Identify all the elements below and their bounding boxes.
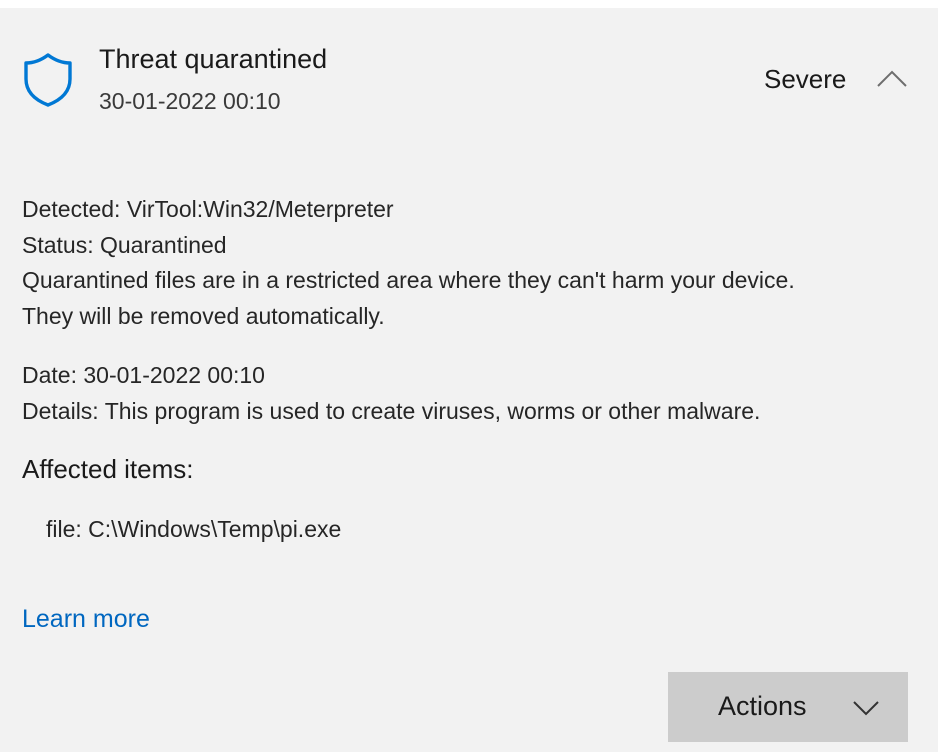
threat-details: Detected: VirTool:Win32/Meterpreter Stat…: [22, 192, 922, 429]
chevron-up-icon[interactable]: [872, 64, 912, 92]
status-description-line2: They will be removed automatically.: [22, 302, 385, 329]
details-value: This program is used to create viruses, …: [104, 397, 761, 424]
threat-header[interactable]: Threat quarantined 30-01-2022 00:10 Seve…: [0, 8, 938, 138]
detected-value: VirTool:Win32/Meterpreter: [126, 196, 394, 222]
affected-item: file: C:\Windows\Temp\pi.exe: [46, 516, 342, 542]
threat-timestamp: 30-01-2022 00:10: [99, 88, 281, 114]
actions-label: Actions: [718, 691, 807, 721]
threat-title: Threat quarantined: [99, 44, 328, 74]
detected-row: Detected: VirTool:Win32/Meterpreter: [22, 192, 922, 228]
date-value: 30-01-2022 00:10: [83, 362, 265, 388]
details-row: Details: This program is used to create …: [22, 394, 922, 430]
shield-icon: [22, 52, 74, 108]
threat-card: Threat quarantined 30-01-2022 00:10 Seve…: [0, 8, 938, 752]
date-label: Date:: [22, 362, 77, 388]
affected-items-heading: Affected items:: [22, 454, 194, 484]
severity-label: Severe: [764, 64, 847, 94]
detected-label: Detected:: [22, 196, 121, 222]
status-label: Status:: [22, 231, 94, 258]
status-description-line1: Quarantined files are in a restricted ar…: [22, 267, 795, 293]
details-label: Details:: [22, 397, 99, 424]
chevron-down-icon: [850, 696, 882, 718]
learn-more-link[interactable]: Learn more: [22, 605, 150, 634]
status-row: Status: Quarantined: [22, 228, 922, 264]
status-value: Quarantined: [100, 231, 227, 258]
date-row: Date: 30-01-2022 00:10: [22, 358, 922, 394]
actions-button[interactable]: Actions: [668, 672, 908, 742]
